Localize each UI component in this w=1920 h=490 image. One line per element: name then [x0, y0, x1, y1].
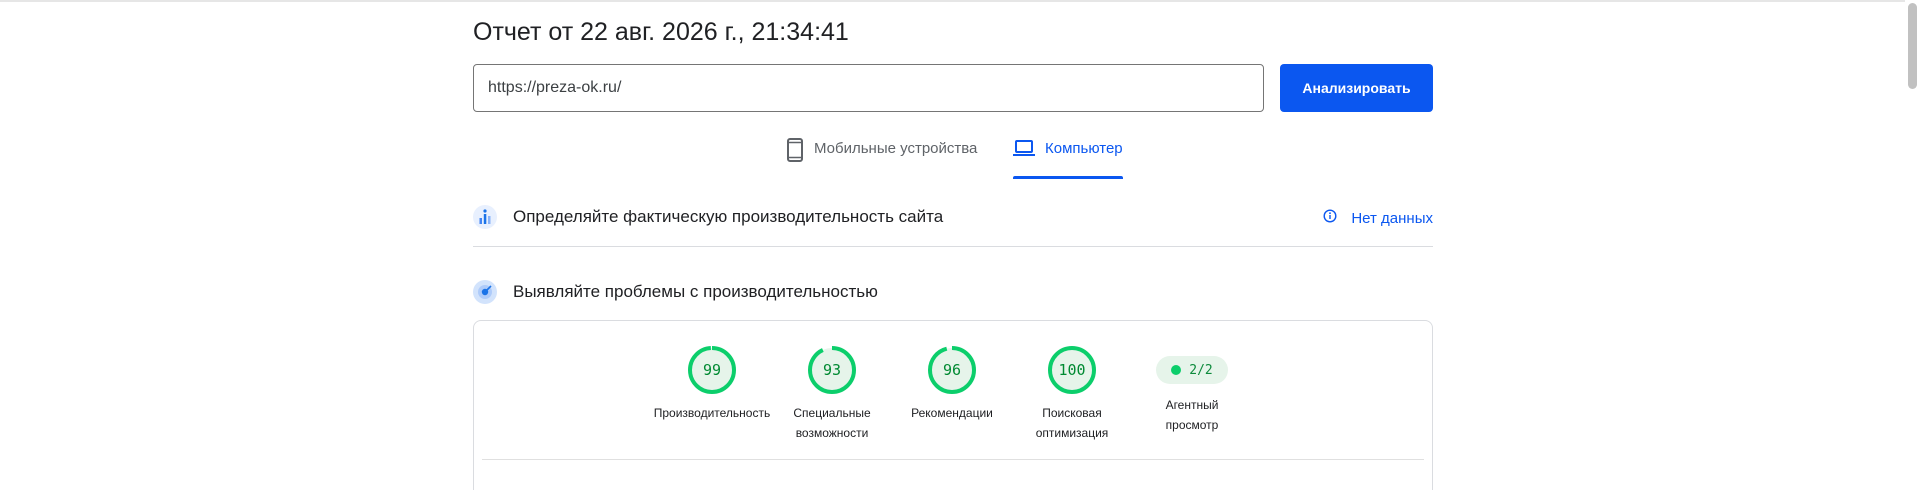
field-data-title: Определяйте фактическую производительнос…: [513, 207, 944, 226]
accessibility-gauge: 93: [807, 345, 857, 395]
agent-value: 2/2: [1189, 362, 1213, 378]
best-practices-label-line1: Рекомендации: [911, 406, 993, 420]
lab-data-section: Выявляйте проблемы с производительностью: [473, 277, 1433, 307]
report-title: Отчет от 22 авг. 2026 г., 21:34:41: [473, 18, 849, 46]
score-accessibility[interactable]: 93 Специальные возможности: [772, 345, 892, 443]
best-practices-gauge: 96: [927, 345, 977, 395]
pass-dot-icon: [1171, 365, 1182, 375]
laptop-icon: [1013, 138, 1035, 158]
agent-badge: 2/2: [1156, 356, 1228, 384]
seo-label-line1: Поисковая: [1042, 406, 1102, 420]
performance-gauge: 99: [687, 345, 737, 395]
seo-label-line2: оптимизация: [1035, 426, 1109, 440]
info-icon: [1323, 209, 1337, 227]
scores-row: 99 Производительность 93 Специальные воз…: [474, 321, 1432, 451]
lab-data-title: Выявляйте проблемы с производительностью: [513, 282, 878, 301]
score-performance[interactable]: 99 Производительность: [652, 345, 772, 423]
device-tabs: Мобильные устройства Компьютер: [473, 138, 1433, 180]
smartphone-icon: [786, 138, 804, 162]
score-best-practices[interactable]: 96 Рекомендации: [892, 345, 1012, 423]
seo-gauge: 100: [1047, 345, 1097, 395]
accessibility-label-line2: возможности: [795, 426, 869, 440]
accessibility-score: 93: [822, 361, 842, 379]
scrollbar[interactable]: [1905, 0, 1920, 490]
best-practices-label: Рекомендации: [892, 403, 1012, 423]
url-input[interactable]: [473, 64, 1264, 112]
field-data-section: Определяйте фактическую производительнос…: [473, 202, 1433, 232]
performance-label-line1: Производительность: [653, 406, 771, 420]
tab-desktop[interactable]: Компьютер: [1013, 138, 1123, 180]
seo-score: 100: [1058, 361, 1086, 379]
performance-score: 99: [702, 361, 722, 379]
seo-label: Поисковая оптимизация: [1012, 403, 1132, 443]
accessibility-label-line1: Специальные: [793, 406, 871, 420]
score-seo[interactable]: 100 Поисковая оптимизация: [1012, 345, 1132, 443]
analyze-button[interactable]: Анализировать: [1280, 64, 1433, 112]
tab-mobile[interactable]: Мобильные устройства: [786, 138, 977, 180]
field-data-icon: [473, 205, 497, 229]
tab-mobile-label: Мобильные устройства: [814, 140, 978, 157]
scores-card: 99 Производительность 93 Специальные воз…: [473, 320, 1433, 490]
agent-label-line2: просмотр: [1165, 418, 1219, 432]
best-practices-score: 96: [942, 361, 962, 379]
no-data-label: Нет данных: [1351, 209, 1433, 227]
lab-data-icon: [473, 280, 497, 304]
agent-label: Агентный просмотр: [1132, 395, 1252, 435]
no-data-link[interactable]: Нет данных: [1323, 209, 1433, 227]
scrollbar-thumb[interactable]: [1908, 3, 1917, 89]
performance-label: Производительность: [652, 403, 772, 423]
accessibility-label: Специальные возможности: [772, 403, 892, 443]
section-divider: [473, 246, 1433, 247]
score-agent-view[interactable]: 2/2 Агентный просмотр: [1132, 345, 1252, 435]
agent-label-line1: Агентный: [1165, 398, 1219, 412]
card-divider: [482, 459, 1424, 460]
tab-desktop-label: Компьютер: [1045, 140, 1123, 157]
active-tab-indicator: [1013, 176, 1123, 179]
report-container: Отчет от 22 авг. 2026 г., 21:34:41 Анали…: [473, 0, 1433, 490]
